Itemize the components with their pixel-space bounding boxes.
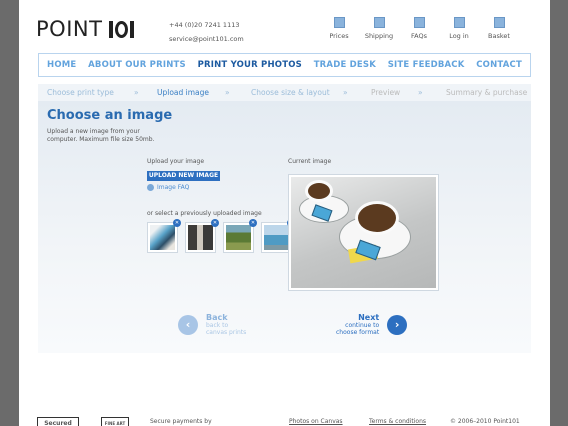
logo-text: POINT <box>36 17 103 41</box>
step-arrow-icon: » <box>225 88 230 97</box>
next-title: Next <box>358 313 380 322</box>
upload-new-image-button[interactable]: UPLOAD NEW IMAGE <box>147 171 220 181</box>
fineart-badge: FINE ART <box>101 417 129 426</box>
current-image-photo <box>291 177 436 288</box>
logo-number-mark <box>109 20 135 38</box>
remove-icon[interactable]: ✕ <box>173 219 181 227</box>
current-image-label: Current image <box>288 158 332 165</box>
basket-icon <box>493 17 505 28</box>
nav-contact[interactable]: CONTACT <box>476 60 522 70</box>
nav-print-your-photos[interactable]: PRINT YOUR PHOTOS <box>198 60 302 70</box>
upload-label: Upload your image <box>147 158 205 165</box>
thumbnail-image <box>226 225 251 250</box>
secure-payments-text: Secure payments by <box>150 418 212 425</box>
point101-logo[interactable]: POINT <box>36 17 135 41</box>
step-preview: Preview <box>371 88 401 97</box>
next-subtitle-2: choose format <box>336 329 380 336</box>
previous-images: ✕ ✕ ✕ ✕ <box>147 219 299 253</box>
back-button[interactable]: ‹ Back back to canvas prints <box>178 313 246 336</box>
progress-steps: Choose print type » Upload image » Choos… <box>38 84 531 101</box>
help-icon <box>147 184 154 191</box>
thumbnail-coffee[interactable]: ✕ <box>147 219 181 253</box>
step-choose-size-layout: Choose size & layout <box>251 88 330 97</box>
next-arrow-icon: › <box>387 314 408 335</box>
step-choose-print-type[interactable]: Choose print type <box>47 88 114 97</box>
step-arrow-icon: » <box>418 88 423 97</box>
content-panel: Choose an image Upload a new image from … <box>38 101 531 353</box>
remove-icon[interactable]: ✕ <box>211 219 219 227</box>
step-upload-image: Upload image <box>157 88 210 97</box>
back-subtitle-1: back to <box>206 322 229 329</box>
phone-number: +44 (0)20 7241 1113 <box>169 21 240 29</box>
next-subtitle-1: continue to <box>345 322 380 329</box>
prices-icon <box>333 17 345 28</box>
thumbnail-image <box>188 225 213 250</box>
remove-icon[interactable]: ✕ <box>249 219 257 227</box>
intro-text: Upload a new image from your computer. M… <box>47 128 155 143</box>
next-button[interactable]: Next continue to choose format › <box>336 313 408 336</box>
terms-link[interactable]: Terms & conditions <box>369 418 426 425</box>
nav-home[interactable]: HOME <box>47 60 76 70</box>
photos-on-canvas-link[interactable]: Photos on Canvas <box>289 418 343 425</box>
nav-site-feedback[interactable]: SITE FEEDBACK <box>388 60 465 70</box>
current-image <box>288 174 439 291</box>
step-arrow-icon: » <box>343 88 348 97</box>
step-arrow-icon: » <box>134 88 139 97</box>
nav-about-our-prints[interactable]: ABOUT OUR PRINTS <box>88 60 186 70</box>
top-nav-prices[interactable]: Prices <box>319 17 359 40</box>
thumbnail-image <box>150 225 175 250</box>
thumbnail-image <box>264 225 289 250</box>
shipping-icon <box>373 17 385 28</box>
top-nav-faqs[interactable]: FAQs <box>399 17 439 40</box>
thumbnail-building[interactable]: ✕ <box>185 219 219 253</box>
back-arrow-icon: ‹ <box>178 314 198 335</box>
step-summary-purchase: Summary & purchase <box>446 88 528 97</box>
top-nav-login[interactable]: Log in <box>439 17 479 40</box>
copyright: © 2006–2010 Point101 <box>450 418 520 425</box>
top-nav-basket[interactable]: Basket <box>479 17 519 40</box>
back-title: Back <box>206 313 228 322</box>
contact-info: +44 (0)20 7241 1113 service@point101.com <box>169 18 244 46</box>
previous-images-label: or select a previously uploaded image <box>147 210 262 217</box>
login-icon <box>453 17 465 28</box>
image-faq-link[interactable]: Image FAQ <box>147 184 189 191</box>
faq-icon <box>413 17 425 28</box>
page-title: Choose an image <box>47 108 173 123</box>
secured-badge: Secured <box>37 417 79 426</box>
top-nav: Prices Shipping FAQs Log in Basket <box>319 17 519 40</box>
email-address[interactable]: service@point101.com <box>169 32 244 46</box>
page: POINT +44 (0)20 7241 1113 service@point1… <box>19 0 550 426</box>
footer: Secured FINE ART Secure payments by Phot… <box>19 410 550 426</box>
thumbnail-garden[interactable]: ✕ <box>223 219 257 253</box>
back-subtitle-2: canvas prints <box>206 329 247 336</box>
top-nav-shipping[interactable]: Shipping <box>359 17 399 40</box>
main-nav: HOME ABOUT OUR PRINTS PRINT YOUR PHOTOS … <box>38 53 531 77</box>
nav-trade-desk[interactable]: TRADE DESK <box>314 60 376 70</box>
